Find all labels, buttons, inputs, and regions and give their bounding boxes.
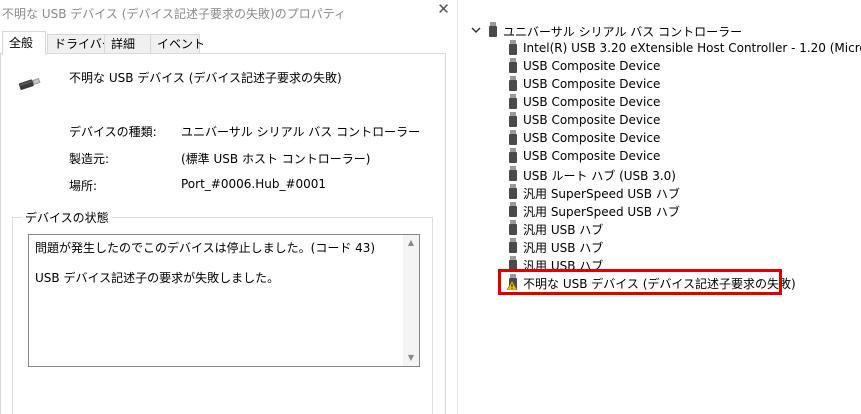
tab-details[interactable]: 詳細 <box>104 34 151 54</box>
scroll-down-icon[interactable]: ▼ <box>403 350 419 366</box>
usb-plug-icon <box>509 220 517 235</box>
usb-plug-icon <box>509 238 517 253</box>
title-bar: 不明な USB デバイス (デバイス記述子要求の失敗)のプロパティ ✕ <box>0 0 457 28</box>
tree-item-label: USB Composite Device <box>523 149 661 163</box>
tree-item-label: 汎用 SuperSpeed USB ハブ <box>523 205 680 219</box>
tree-item-label: USB Composite Device <box>523 77 661 91</box>
tree-item-label: USB Composite Device <box>523 131 661 145</box>
tab-events[interactable]: イベント <box>150 34 205 54</box>
scroll-up-icon[interactable]: ▲ <box>403 235 419 251</box>
device-type-value: ユニバーサル シリアル バス コントローラー <box>181 125 421 139</box>
tab-general[interactable]: 全般 <box>2 31 46 55</box>
tree-item-label: USB Composite Device <box>523 95 661 109</box>
highlight-box <box>498 269 782 295</box>
usb-device-icon <box>18 78 41 90</box>
tree-item-label: 汎用 USB ハブ <box>523 241 604 255</box>
device-name: 不明な USB デバイス (デバイス記述子要求の失敗) <box>69 71 342 85</box>
device-status-textbox[interactable]: 問題が発生したのでこのデバイスは停止しました。(コード 43) USB デバイス… <box>28 234 420 367</box>
location-label: 場所: <box>69 179 98 193</box>
manufacturer-label: 製造元: <box>69 152 110 166</box>
usb-plug-icon <box>509 166 517 181</box>
tree-item-label: USB ルート ハブ (USB 3.0) <box>523 169 676 183</box>
usb-plug-icon <box>509 58 517 73</box>
device-status-legend: デバイスの状態 <box>22 209 112 226</box>
tree-item-label: USB Composite Device <box>523 59 661 73</box>
device-type-label: デバイスの種類: <box>69 125 157 139</box>
tree-item-label: 汎用 USB ハブ <box>523 223 604 237</box>
usb-plug-icon <box>489 22 497 37</box>
usb-plug-icon <box>509 202 517 217</box>
tree-category-label: ユニバーサル シリアル バス コントローラー <box>503 25 743 39</box>
close-button[interactable]: ✕ <box>430 0 457 22</box>
properties-dialog: 不明な USB デバイス (デバイス記述子要求の失敗)のプロパティ ✕ 全般 ド… <box>0 0 457 414</box>
usb-plug-icon <box>509 112 517 127</box>
tree-item-label: 汎用 SuperSpeed USB ハブ <box>523 187 680 201</box>
tree-item-label: Intel(R) USB 3.20 eXtensible Host Contro… <box>523 41 861 55</box>
window-title: 不明な USB デバイス (デバイス記述子要求の失敗)のプロパティ <box>2 7 347 21</box>
vertical-scrollbar[interactable]: ▲ ▼ <box>403 235 419 366</box>
usb-plug-icon <box>509 184 517 199</box>
manufacturer-value: (標準 USB ホスト コントローラー) <box>181 152 371 166</box>
status-line: USB デバイス記述子の要求が失敗しました。 <box>35 271 280 285</box>
usb-plug-icon <box>509 130 517 145</box>
status-line: 問題が発生したのでこのデバイスは停止しました。(コード 43) <box>35 241 376 255</box>
usb-plug-icon <box>509 94 517 109</box>
usb-plug-icon <box>509 148 517 163</box>
tree-item-label: USB Composite Device <box>523 113 661 127</box>
location-value: Port_#0006.Hub_#0001 <box>181 177 327 191</box>
tab-driver[interactable]: ドライバー <box>47 34 114 54</box>
usb-plug-icon <box>509 40 517 55</box>
usb-plug-icon <box>509 76 517 91</box>
chevron-down-icon[interactable] <box>470 24 482 36</box>
